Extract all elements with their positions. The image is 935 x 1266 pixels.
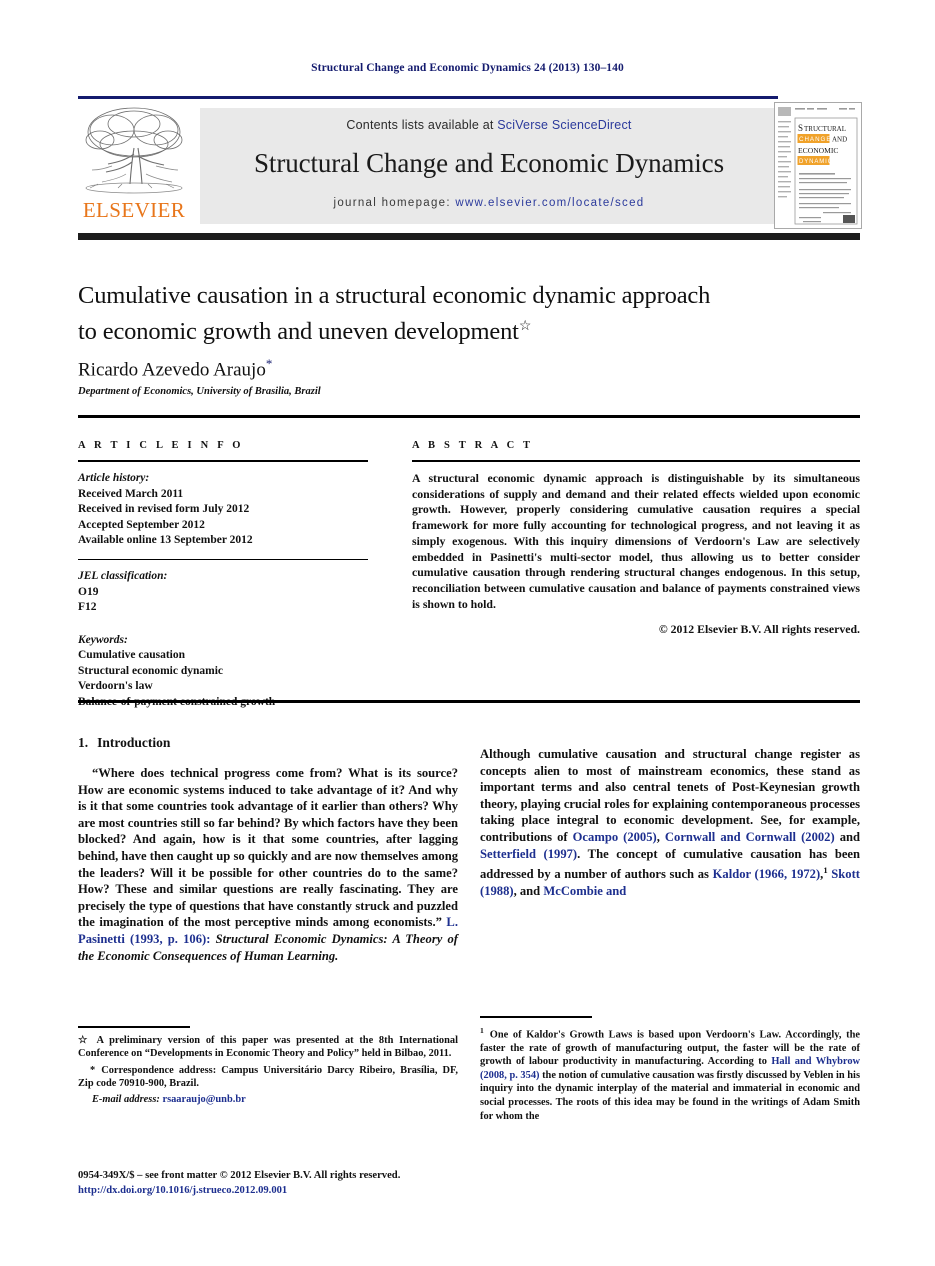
homepage-prefix: journal homepage: [333,197,456,209]
svg-text:ECONOMIC: ECONOMIC [798,146,839,155]
title-line-1: Cumulative causation in a structural eco… [78,282,711,309]
journal-info-box: Contents lists available at SciVerse Sci… [200,108,778,224]
footnote-rule-right [480,1016,592,1018]
doi-link[interactable]: http://dx.doi.org/10.1016/j.strueco.2012… [78,1184,478,1199]
journal-title: Structural Change and Economic Dynamics [254,148,724,178]
homepage-url-link[interactable]: www.elsevier.com/locate/sced [455,197,644,209]
footnotes-right: 1 One of Kaldor's Growth Laws is based up… [480,1016,860,1123]
abstract-rule [412,460,860,462]
article-history-group: Article history: Received March 2011 Rec… [78,471,368,549]
footnote-star-marker: ☆ [78,1034,91,1046]
history-item: Available online 13 September 2012 [78,534,253,546]
author-affiliation: Department of Economics, University of B… [78,386,321,397]
email-label: E-mail address: [92,1093,160,1105]
sciencedirect-link[interactable]: SciVerse ScienceDirect [497,118,631,132]
abstract-text: A structural economic dynamic approach i… [412,471,860,611]
contents-lists-line: Contents lists available at SciVerse Sci… [200,118,778,132]
footnote-correspondence: * Correspondence address: Campus Universi… [78,1064,458,1091]
footnote-marker-1[interactable]: 1 [823,865,827,875]
svg-text:CHANGE: CHANGE [799,136,831,143]
masthead-bottom-bar [78,233,860,240]
body-column-right: Although cumulative causation and struct… [480,735,860,900]
footnote-star: ☆ A preliminary version of this paper was… [78,1034,458,1061]
article-history-label: Article history: [78,472,150,484]
history-item: Received March 2011 [78,487,184,500]
svg-text:S: S [798,123,803,133]
elsevier-wordmark: ELSEVIER [82,198,186,222]
footnote-1: 1 One of Kaldor's Growth Laws is based up… [480,1024,860,1124]
paper-page: Structural Change and Economic Dynamics … [0,0,935,1266]
paragraph-2-part-c: and [834,829,860,844]
footnote-email: E-mail address: rsaaraujo@unb.br [78,1094,458,1105]
article-info-heading: A R T I C L E I N F O [78,440,244,451]
ref-setterfield-link[interactable]: Setterfield (1997) [480,847,577,861]
body-column-left: 1. Introduction “Where does technical pro… [78,735,458,964]
abstract-bottom-rule [78,700,860,703]
jel-code: F12 [78,601,97,613]
corresponding-author-marker[interactable]: * [266,356,273,371]
keywords-label: Keywords: [78,633,128,646]
cover-thumbnail-graphic: S TRUCTURAL CHANGE AND ECONOMIC DYNAMICS [775,103,861,228]
jel-code: O19 [78,585,99,598]
svg-text:DYNAMICS: DYNAMICS [799,159,838,165]
paragraph-2-part-g: , and [513,883,544,898]
history-item: Accepted September 2012 [78,518,205,531]
history-item: Received in revised form July 2012 [78,503,250,515]
section-heading-introduction: 1. Introduction [78,735,458,751]
contents-prefix: Contents lists available at [346,118,498,132]
article-info-column: A R T I C L E I N F O Article history: R… [78,440,368,710]
footnote-correspondence-marker: * [90,1064,96,1076]
quote-text: “Where does technical progress come from… [78,766,458,930]
paragraph-quote: “Where does technical progress come from… [78,765,458,964]
footnote-1-marker: 1 [480,1025,484,1035]
keyword-item: Structural economic dynamic [78,664,224,677]
footnote-correspondence-text: Correspondence address: Campus Universit… [78,1064,458,1090]
jel-label: JEL classification: [78,570,168,582]
abstract-heading: A B S T R A C T [412,440,534,451]
keywords-group: Keywords: Cumulative causation Structura… [78,633,368,711]
running-head: Structural Change and Economic Dynamics … [311,62,624,74]
jel-classification-group: JEL classification: O19 F12 [78,569,368,616]
author-name: Ricardo Azevedo Araujo* [78,356,272,381]
paragraph-2-part-b: , [656,829,665,844]
title-footnote-star[interactable]: ☆ [519,319,532,334]
email-link[interactable]: rsaaraujo@unb.br [162,1094,245,1105]
title-bottom-rule [78,415,860,418]
keyword-item: Cumulative causation [78,649,186,661]
svg-text:TRUCTURAL: TRUCTURAL [804,125,846,133]
article-info-separator [78,558,368,560]
journal-homepage-line: journal homepage: www.elsevier.com/locat… [200,197,778,209]
journal-cover-thumbnail[interactable]: S TRUCTURAL CHANGE AND ECONOMIC DYNAMICS [774,102,862,229]
section-title: Introduction [97,735,171,750]
abstract-column: A B S T R A C T A structural economic dy… [412,440,860,637]
footnotes-left: ☆ A preliminary version of this paper was… [78,1026,458,1105]
author-label: Ricardo Azevedo Araujo [78,359,266,381]
issn-line: 0954-349X/$ – see front matter © 2012 El… [78,1170,401,1181]
title-line-2: to economic growth and uneven developmen… [78,318,519,346]
abstract-copyright: © 2012 Elsevier B.V. All rights reserved… [658,622,860,637]
ref-cornwall-link[interactable]: Cornwall and Cornwall (2002) [665,830,835,844]
ref-kaldor-link[interactable]: Kaldor (1966, 1972) [713,867,821,881]
article-info-rule [78,460,368,462]
issn-doi-block: 0954-349X/$ – see front matter © 2012 El… [78,1169,478,1198]
footnote-star-text: A preliminary version of this paper was … [78,1034,458,1060]
footnote-rule-left [78,1026,190,1028]
ref-ocampo-link[interactable]: Ocampo (2005) [573,830,657,844]
page-title: Cumulative causation in a structural eco… [78,280,838,347]
keyword-item: Verdoorn's law [78,680,153,692]
svg-text:AND: AND [832,136,847,144]
elsevier-logo[interactable]: ELSEVIER [78,102,190,227]
section-number: 1. [78,735,89,750]
paragraph-body-2: Although cumulative causation and struct… [480,746,860,900]
ref-mccombie-link[interactable]: McCombie and [543,884,626,898]
masthead-top-rule [78,96,778,99]
elsevier-tree-icon [85,107,183,194]
journal-masthead: ELSEVIER Contents lists available at Sci… [78,102,778,227]
